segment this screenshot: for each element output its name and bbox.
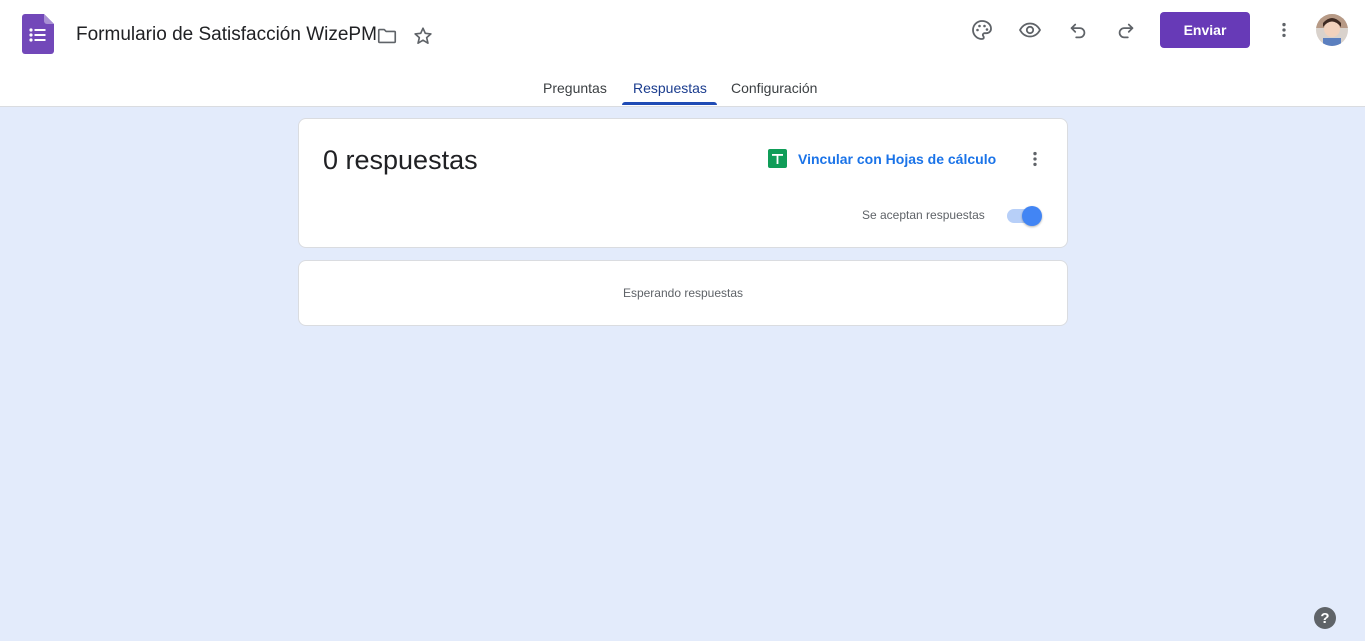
- send-button[interactable]: Enviar: [1160, 12, 1250, 48]
- more-vert-icon: [1282, 22, 1286, 38]
- accepting-responses-label: Se aceptan respuestas: [862, 208, 985, 222]
- tab-bar: Preguntas Respuestas Configuración: [0, 70, 1365, 106]
- responses-more-button[interactable]: [1021, 145, 1049, 173]
- accepting-responses-toggle[interactable]: [1005, 206, 1043, 226]
- tab-questions[interactable]: Preguntas: [543, 80, 607, 96]
- toggle-knob: [1022, 206, 1042, 226]
- forms-logo-icon[interactable]: [22, 14, 54, 54]
- move-to-folder-button[interactable]: [372, 21, 402, 51]
- response-count: 0 respuestas: [323, 145, 478, 175]
- eye-icon: [1018, 22, 1042, 38]
- palette-icon: [972, 20, 992, 40]
- more-vert-icon: [1033, 151, 1037, 167]
- form-title[interactable]: Formulario de Satisfacción WizePM: [76, 24, 377, 46]
- undo-icon: [1070, 23, 1086, 39]
- active-tab-indicator: [622, 102, 717, 105]
- link-to-sheets-label: Vincular con Hojas de cálculo: [798, 150, 997, 167]
- top-bar: Formulario de Satisfacción WizePM Enviar…: [0, 0, 1365, 107]
- star-button[interactable]: [408, 21, 438, 51]
- redo-button[interactable]: [1111, 15, 1141, 45]
- sheets-icon: [768, 149, 787, 168]
- responses-summary-card: 0 respuestas Vincular con Hojas de cálcu…: [298, 118, 1068, 248]
- preview-button[interactable]: [1015, 15, 1045, 45]
- tab-responses[interactable]: Respuestas: [633, 80, 707, 96]
- star-icon: [414, 27, 432, 44]
- tab-settings[interactable]: Configuración: [731, 80, 817, 96]
- customize-theme-button[interactable]: [967, 15, 997, 45]
- waiting-responses-text: Esperando respuestas: [622, 286, 744, 300]
- folder-icon: [377, 28, 397, 44]
- redo-icon: [1118, 23, 1134, 39]
- undo-button[interactable]: [1063, 15, 1093, 45]
- waiting-responses-card: Esperando respuestas: [298, 260, 1068, 326]
- help-button[interactable]: ?: [1314, 607, 1336, 629]
- link-to-sheets-button[interactable]: Vincular con Hojas de cálculo: [768, 149, 996, 168]
- more-options-button[interactable]: [1269, 15, 1299, 45]
- avatar[interactable]: [1316, 14, 1348, 46]
